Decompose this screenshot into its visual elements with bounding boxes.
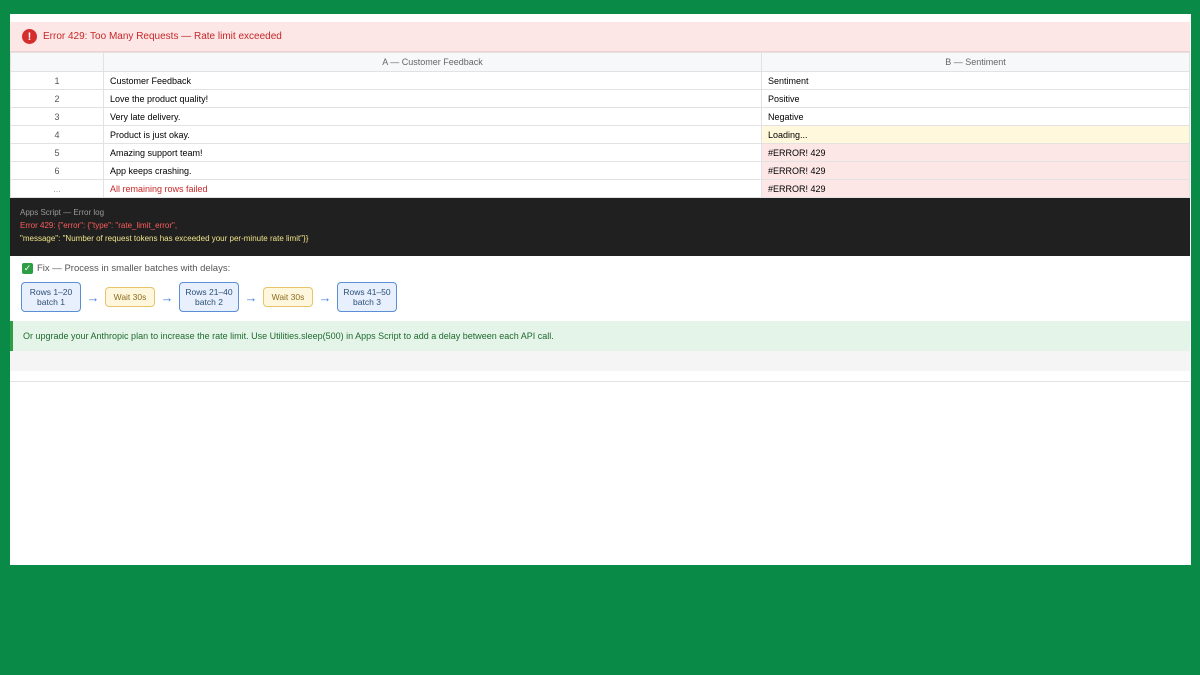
error-card: ! Error 429: Too Many Requests — Rate li… [10, 22, 1190, 382]
log-title: Apps Script — Error log [20, 208, 105, 217]
arrow-right-icon: → [244, 289, 258, 305]
arrow-right-icon: → [160, 289, 174, 305]
error-log-panel: Apps Script — Error log Error 429: {"err… [10, 198, 1190, 256]
cell-b-error[interactable]: #ERROR! 429 [761, 179, 1190, 198]
cell-a[interactable]: App keeps crashing. [103, 161, 762, 180]
batch-sub: batch 2 [195, 297, 223, 307]
table-row: 2 Love the product quality! Positive [10, 89, 1190, 108]
batch-box: Rows 41–50 batch 3 [337, 282, 397, 312]
app-screen: ! Error 429: Too Many Requests — Rate li… [10, 14, 1191, 565]
corner-cell[interactable] [10, 52, 104, 72]
fix-heading: ✓ Fix — Process in smaller batches with … [10, 256, 1190, 280]
cell-a[interactable]: Product is just okay. [103, 125, 762, 144]
cell-b-error[interactable]: #ERROR! 429 [761, 161, 1190, 180]
cell-b[interactable]: Sentiment [761, 71, 1190, 90]
table-row: 1 Customer Feedback Sentiment [10, 71, 1190, 90]
cell-b[interactable]: Positive [761, 89, 1190, 108]
row-number[interactable]: 3 [10, 107, 104, 126]
row-number[interactable]: 2 [10, 89, 104, 108]
batch-flow: Rows 1–20 batch 1 → Wait 30s → Rows 21–4… [10, 280, 1190, 314]
row-number[interactable]: ... [10, 179, 104, 198]
upgrade-note-text: Or upgrade your Anthropic plan to increa… [23, 331, 554, 341]
cell-a[interactable]: Love the product quality! [103, 89, 762, 108]
batch-box: Rows 1–20 batch 1 [21, 282, 81, 312]
table-row: 4 Product is just okay. Loading... [10, 125, 1190, 144]
table-row: ... All remaining rows failed #ERROR! 42… [10, 179, 1190, 198]
table-row: 3 Very late delivery. Negative [10, 107, 1190, 126]
checkmark-icon: ✓ [22, 262, 33, 274]
log-message-line: "message": "Number of request tokens has… [20, 234, 309, 243]
table-row: 5 Amazing support team! #ERROR! 429 [10, 143, 1190, 162]
row-number[interactable]: 6 [10, 161, 104, 180]
column-header-b[interactable]: B — Sentiment [761, 52, 1190, 72]
cell-a[interactable]: Amazing support team! [103, 143, 762, 162]
cell-b[interactable]: Negative [761, 107, 1190, 126]
arrow-right-icon: → [86, 289, 100, 305]
footer-strip [10, 351, 1190, 371]
wait-box: Wait 30s [263, 287, 313, 307]
batch-box: Rows 21–40 batch 2 [179, 282, 239, 312]
batch-sub: batch 1 [37, 297, 65, 307]
column-header-a[interactable]: A — Customer Feedback [103, 52, 762, 72]
batch-title: Rows 1–20 [29, 287, 73, 297]
row-number[interactable]: 4 [10, 125, 104, 144]
header-row: A — Customer Feedback B — Sentiment [10, 52, 1190, 72]
row-number[interactable]: 1 [10, 71, 104, 90]
batch-title: Rows 41–50 [343, 287, 391, 297]
cell-b-error[interactable]: #ERROR! 429 [761, 143, 1190, 162]
upgrade-note: Or upgrade your Anthropic plan to increa… [10, 321, 1190, 351]
arrow-right-icon: → [318, 289, 332, 305]
log-error-line: Error 429: {"error": {"type": "rate_limi… [20, 221, 178, 230]
batch-sub: batch 3 [353, 297, 381, 307]
batch-title: Rows 21–40 [185, 287, 233, 297]
row-number[interactable]: 5 [10, 143, 104, 162]
cell-a-failed[interactable]: All remaining rows failed [103, 179, 762, 198]
error-icon: ! [22, 29, 37, 44]
fix-label: Fix — Process in smaller batches with de… [37, 262, 231, 274]
spreadsheet: A — Customer Feedback B — Sentiment 1 Cu… [10, 52, 1190, 198]
cell-a[interactable]: Customer Feedback [103, 71, 762, 90]
table-row: 6 App keeps crashing. #ERROR! 429 [10, 161, 1190, 180]
error-message: Error 429: Too Many Requests — Rate limi… [43, 31, 282, 42]
cell-b-loading[interactable]: Loading... [761, 125, 1190, 144]
wait-box: Wait 30s [105, 287, 155, 307]
cell-a[interactable]: Very late delivery. [103, 107, 762, 126]
error-banner: ! Error 429: Too Many Requests — Rate li… [10, 22, 1190, 52]
